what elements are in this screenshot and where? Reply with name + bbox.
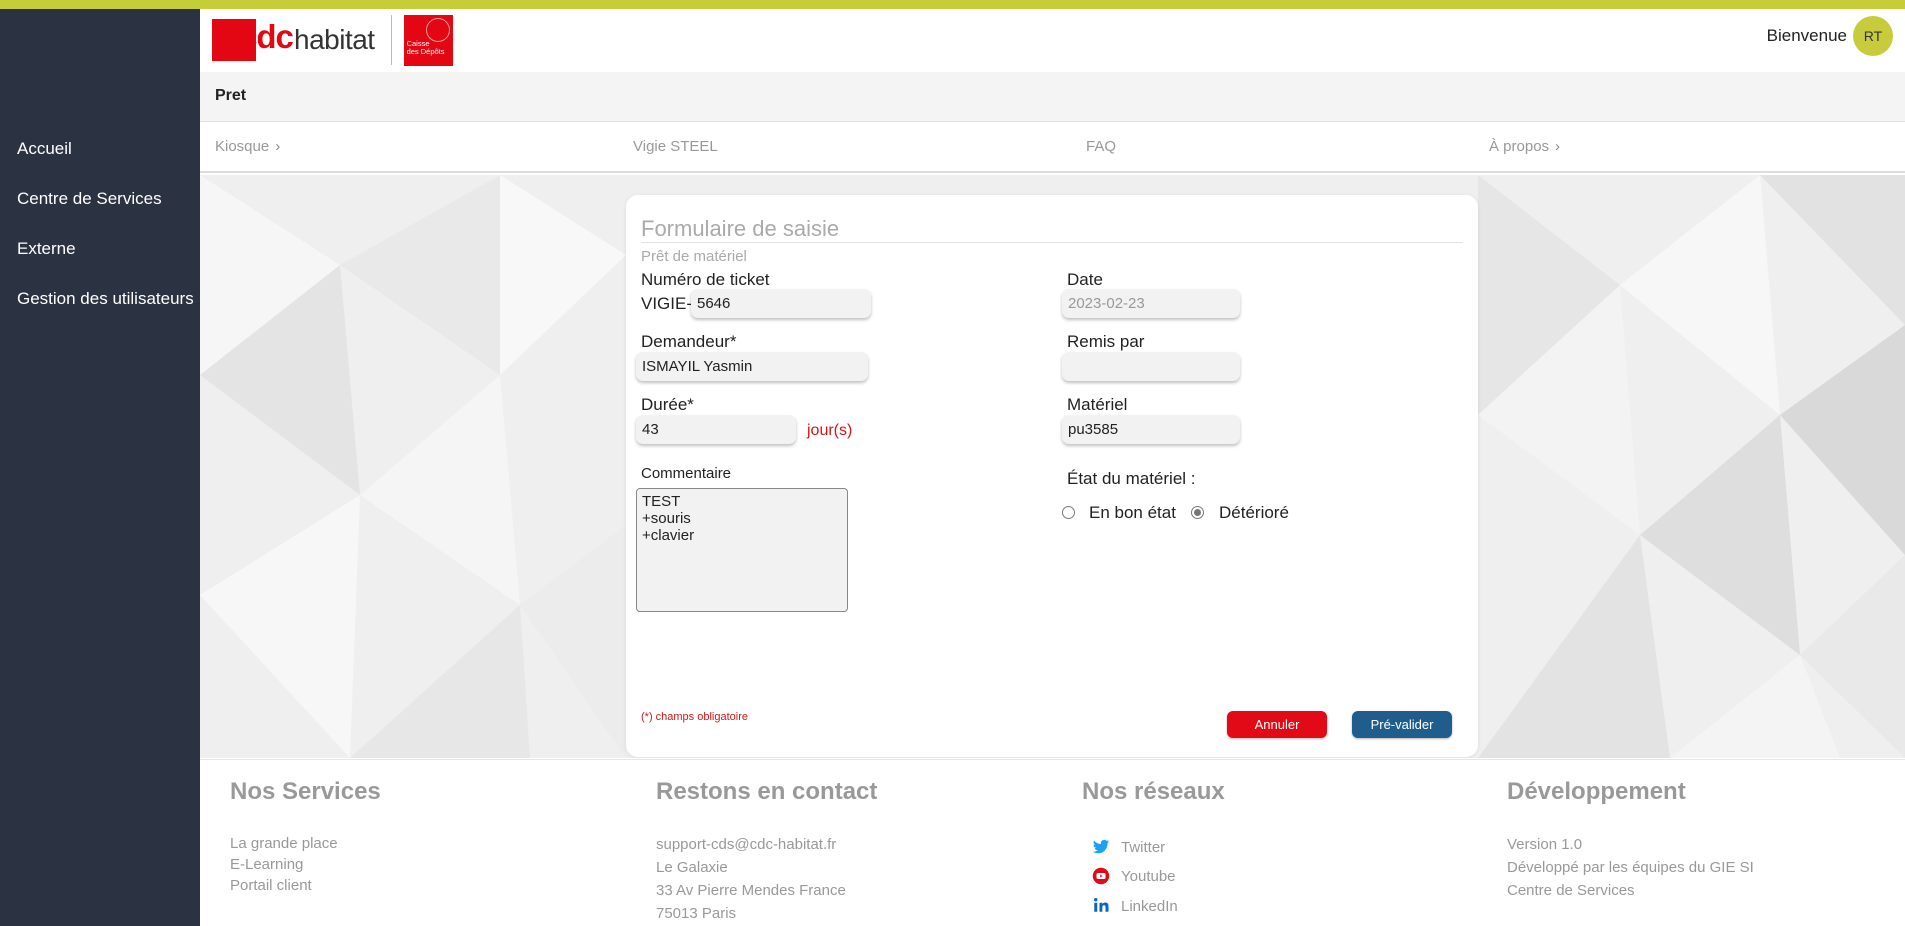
footer-link-e-learning[interactable]: E-Learning bbox=[230, 856, 303, 873]
form-subtitle: Prêt de matériel bbox=[641, 248, 747, 265]
logo-divider bbox=[390, 15, 392, 65]
radio-good-condition-label: En bon état bbox=[1089, 503, 1176, 522]
material-label: Matériel bbox=[1067, 395, 1128, 414]
top-accent-bar bbox=[0, 0, 1905, 9]
duration-input[interactable] bbox=[636, 415, 796, 444]
radio-good-condition[interactable] bbox=[1062, 506, 1075, 519]
date-label: Date bbox=[1067, 270, 1103, 289]
content-area: Formulaire de saisie Prêt de matériel Nu… bbox=[200, 175, 1905, 758]
footer-dev-team: Développé par les équipes du GIE SI bbox=[1507, 859, 1754, 876]
footer-contact-email[interactable]: support-cds@cdc-habitat.fr bbox=[656, 836, 836, 853]
twitter-icon bbox=[1092, 839, 1110, 854]
footer-dev-service-center[interactable]: Centre de Services bbox=[1507, 882, 1635, 899]
main-area: cdc habitat Caisse des Dépôts Bienvenue R… bbox=[200, 9, 1905, 926]
cdc-habitat-logo[interactable]: cdc habitat Caisse des Dépôts bbox=[212, 14, 453, 66]
footer-dev-title: Développement bbox=[1507, 778, 1686, 805]
sidebar: Accueil Centre de Services Externe Gesti… bbox=[0, 9, 200, 926]
comment-textarea[interactable]: TEST +souris +clavier bbox=[636, 488, 848, 612]
sidebar-item-accueil[interactable]: Accueil bbox=[17, 139, 72, 159]
pre-validate-button[interactable]: Pré-valider bbox=[1352, 711, 1452, 738]
handed-by-input[interactable] bbox=[1062, 352, 1240, 381]
nav-item-vigie-steel[interactable]: Vigie STEEL bbox=[633, 138, 718, 155]
footer-link-linkedin[interactable]: LinkedIn bbox=[1121, 898, 1178, 915]
required-fields-note: (*) champs obligatoire bbox=[641, 711, 748, 723]
top-nav: Kiosque › Vigie STEEL FAQ À propos › bbox=[200, 123, 1905, 173]
welcome-text: Bienvenue bbox=[1766, 26, 1847, 45]
sidebar-item-externe[interactable]: Externe bbox=[17, 239, 76, 259]
cancel-button[interactable]: Annuler bbox=[1227, 711, 1327, 738]
chevron-right-icon: › bbox=[275, 138, 281, 155]
requester-input[interactable] bbox=[636, 352, 868, 381]
form-title: Formulaire de saisie bbox=[641, 216, 840, 241]
ticket-label: Numéro de ticket bbox=[641, 270, 770, 289]
page-title: Pret bbox=[215, 87, 247, 104]
youtube-icon bbox=[1092, 867, 1110, 885]
linkedin-icon bbox=[1094, 898, 1109, 912]
material-input[interactable] bbox=[1062, 415, 1240, 444]
date-input[interactable] bbox=[1062, 289, 1240, 318]
footer-services-title: Nos Services bbox=[230, 778, 381, 805]
footer-link-twitter[interactable]: Twitter bbox=[1121, 839, 1165, 856]
ticket-prefix: VIGIE- bbox=[641, 294, 693, 313]
footer: Nos Services La grande place E-Learning … bbox=[200, 759, 1905, 926]
sidebar-item-centre-de-services[interactable]: Centre de Services bbox=[17, 189, 162, 209]
footer-contact-title: Restons en contact bbox=[656, 778, 878, 805]
footer-dev-version: Version 1.0 bbox=[1507, 836, 1583, 853]
header: cdc habitat Caisse des Dépôts Bienvenue R… bbox=[200, 9, 1905, 72]
ticket-number-input[interactable] bbox=[691, 289, 871, 318]
footer-contact-street: 33 Av Pierre Mendes France bbox=[656, 882, 846, 899]
footer-networks-title: Nos réseaux bbox=[1082, 778, 1225, 805]
handed-by-label: Remis par bbox=[1067, 332, 1145, 351]
sidebar-item-gestion-des-utilisateurs[interactable]: Gestion des utilisateurs bbox=[17, 289, 194, 309]
radio-damaged[interactable] bbox=[1191, 506, 1204, 519]
avatar[interactable]: RT bbox=[1853, 16, 1893, 56]
chevron-right-icon: › bbox=[1555, 138, 1561, 155]
duration-label: Durée* bbox=[641, 395, 694, 414]
loan-form-card: Formulaire de saisie Prêt de matériel Nu… bbox=[626, 195, 1478, 757]
nav-item-kiosque[interactable]: Kiosque › bbox=[215, 138, 280, 155]
caisse-des-depots-logo: Caisse des Dépôts bbox=[403, 14, 453, 66]
logo-red-block: cdc bbox=[212, 18, 294, 61]
footer-contact-building: Le Galaxie bbox=[656, 859, 728, 876]
footer-link-youtube[interactable]: Youtube bbox=[1121, 868, 1176, 885]
condition-label: État du matériel : bbox=[1067, 469, 1196, 488]
requester-label: Demandeur* bbox=[641, 332, 737, 351]
footer-contact-city: 75013 Paris bbox=[656, 905, 737, 922]
nav-item-a-propos[interactable]: À propos › bbox=[1489, 138, 1560, 155]
page-title-bar: Pret bbox=[200, 72, 1905, 122]
comment-label: Commentaire bbox=[641, 465, 732, 482]
footer-link-grande-place[interactable]: La grande place bbox=[230, 835, 338, 852]
radio-damaged-label: Détérioré bbox=[1219, 503, 1289, 522]
nav-item-faq[interactable]: FAQ bbox=[1086, 138, 1116, 155]
footer-link-portail-client[interactable]: Portail client bbox=[230, 877, 312, 894]
title-divider bbox=[641, 242, 1463, 243]
duration-unit: jour(s) bbox=[807, 422, 853, 439]
